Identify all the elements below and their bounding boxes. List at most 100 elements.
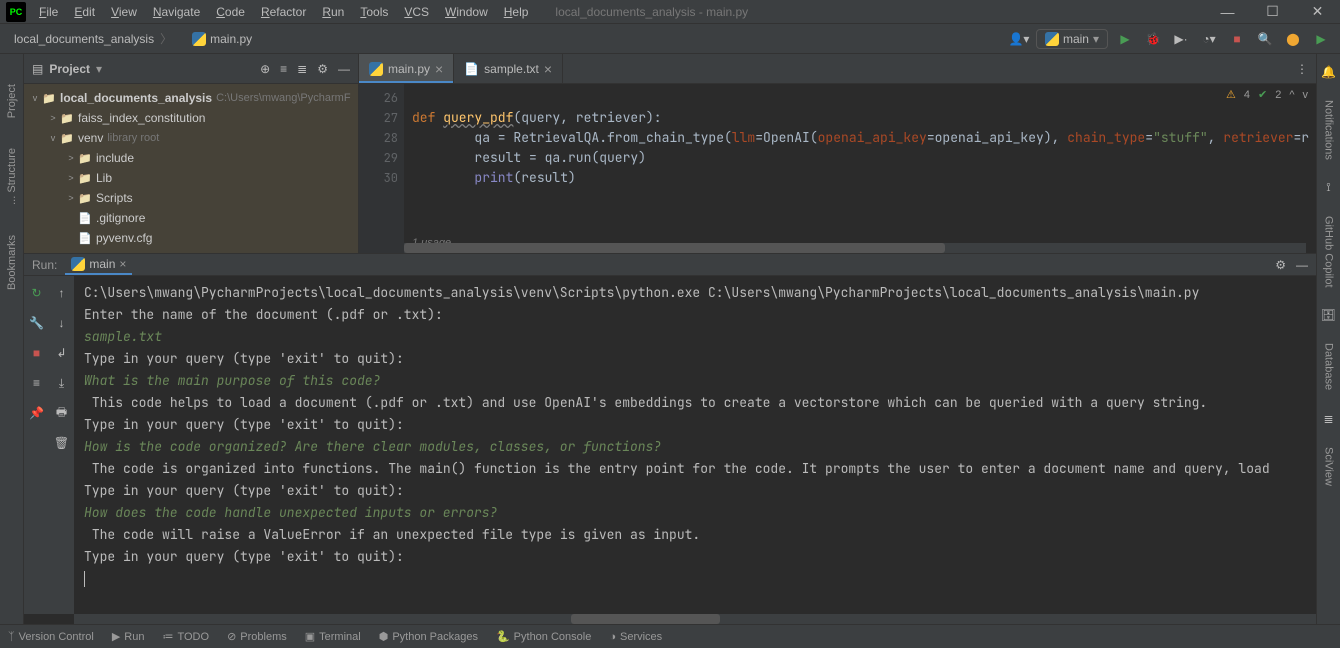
tool-copilot[interactable]: GitHub Copilot: [1323, 216, 1335, 288]
menu-refactor[interactable]: Refactor: [254, 2, 313, 22]
menu-window[interactable]: Window: [438, 2, 495, 22]
breadcrumb-file[interactable]: main.py: [186, 30, 258, 48]
breadcrumb-project[interactable]: local_documents_analysis〉: [8, 28, 180, 49]
tab-sample-txt[interactable]: 📄sample.txt×: [454, 54, 563, 83]
run-settings-icon[interactable]: ⚙: [1275, 258, 1286, 272]
navbar: local_documents_analysis〉 main.py 👤▾ mai…: [0, 24, 1340, 54]
debug-button[interactable]: 🐞: [1142, 28, 1164, 50]
tree-root[interactable]: v local_documents_analysis C:\Users\mwan…: [24, 88, 358, 108]
status-pyconsole[interactable]: 🐍 Python Console: [496, 630, 591, 643]
tool-sciview[interactable]: SciView: [1323, 447, 1335, 486]
menu-run[interactable]: Run: [315, 2, 351, 22]
python-file-icon: [192, 32, 206, 46]
tree-item-pyvenv-cfg[interactable]: pyvenv.cfg: [24, 228, 358, 248]
menu-code[interactable]: Code: [209, 2, 252, 22]
status-run[interactable]: ▶ Run: [112, 630, 145, 643]
tool-notifications[interactable]: Notifications: [1323, 100, 1335, 160]
wrench-icon[interactable]: 🔧: [26, 312, 48, 334]
close-icon[interactable]: ×: [435, 61, 443, 77]
tool-bookmarks[interactable]: Bookmarks: [6, 235, 18, 290]
tool-structure[interactable]: ... Structure: [6, 148, 18, 205]
collapse-all-icon[interactable]: ≣: [297, 62, 307, 76]
minimize-button[interactable]: —: [1205, 0, 1250, 24]
tree-item-scripts[interactable]: >Scripts: [24, 188, 358, 208]
status-vcs[interactable]: ᛉ Version Control: [8, 631, 94, 643]
target-icon[interactable]: ⊕: [260, 62, 270, 76]
run-hide-icon[interactable]: —: [1296, 258, 1308, 272]
warning-icon: ⚠: [1226, 88, 1236, 101]
python-file-icon: [369, 62, 383, 76]
python-icon: [71, 257, 85, 271]
menu-edit[interactable]: Edit: [67, 2, 102, 22]
tree-item-include[interactable]: >include: [24, 148, 358, 168]
down-icon[interactable]: ↓: [51, 312, 73, 334]
execute-icon[interactable]: ▶: [1310, 28, 1332, 50]
coverage-button[interactable]: ▶·: [1170, 28, 1192, 50]
run-tool-window: Run: main × ⚙ — ↻: [24, 254, 1316, 624]
window-title: local_documents_analysis - main.py: [555, 5, 748, 19]
tab-main-py[interactable]: main.py×: [359, 54, 454, 83]
menu-file[interactable]: File: [32, 2, 65, 22]
print-icon[interactable]: 🖶: [51, 402, 73, 424]
editor-scrollbar[interactable]: [404, 243, 1306, 253]
copilot-icon[interactable]: ⟟: [1321, 180, 1337, 196]
pin-icon[interactable]: 📌: [26, 402, 48, 424]
tree-item-faiss-index-constitution[interactable]: >faiss_index_constitution: [24, 108, 358, 128]
profile-button[interactable]: ◔▾: [1198, 28, 1220, 50]
rerun-icon[interactable]: ↻: [26, 282, 48, 304]
tree-item--gitignore[interactable]: .gitignore: [24, 208, 358, 228]
close-button[interactable]: ✕: [1295, 0, 1340, 24]
folder-icon: [42, 91, 56, 105]
inspection-widget[interactable]: ⚠4 ✔2 ^v: [1226, 88, 1308, 101]
run-tab-main[interactable]: main ×: [65, 255, 132, 275]
status-terminal[interactable]: ▣ Terminal: [305, 630, 361, 643]
menu-tools[interactable]: Tools: [353, 2, 395, 22]
run-scrollbar[interactable]: [74, 614, 1316, 624]
settings-icon[interactable]: ⚙: [317, 62, 328, 76]
stop-icon[interactable]: ■: [26, 342, 48, 364]
database-icon[interactable]: 🗄: [1321, 307, 1337, 323]
menu-view[interactable]: View: [104, 2, 144, 22]
bell-icon[interactable]: 🔔: [1321, 64, 1337, 80]
status-packages[interactable]: ⬢ Python Packages: [379, 630, 478, 643]
scroll-icon[interactable]: ⤓: [51, 372, 73, 394]
tabs-more[interactable]: ⋮: [1288, 54, 1316, 83]
run-config-selector[interactable]: main ▾: [1036, 29, 1108, 49]
menu-vcs[interactable]: VCS: [397, 2, 436, 22]
tree-item-venv[interactable]: vvenvlibrary root: [24, 128, 358, 148]
python-icon: [1045, 32, 1059, 46]
trash-icon[interactable]: 🗑: [51, 432, 73, 454]
layout-icon[interactable]: ≡: [26, 372, 48, 394]
menu-help[interactable]: Help: [497, 2, 536, 22]
editor: main.py×📄sample.txt×⋮ 2627282930 def que…: [359, 54, 1316, 253]
project-title[interactable]: Project: [49, 62, 90, 76]
close-icon[interactable]: ×: [544, 61, 552, 77]
tree-item-lib[interactable]: >Lib: [24, 168, 358, 188]
expand-all-icon[interactable]: ≡: [280, 62, 287, 76]
softwrap-icon[interactable]: ↲: [51, 342, 73, 364]
status-services[interactable]: ◑ Services: [609, 631, 662, 643]
stop-button[interactable]: ■: [1226, 28, 1248, 50]
maximize-button[interactable]: ☐: [1250, 0, 1295, 24]
status-todo[interactable]: ≔ TODO: [162, 630, 209, 643]
ok-icon: ✔: [1258, 88, 1267, 101]
run-title: Run:: [32, 258, 57, 272]
right-tool-stripe: 🔔 Notifications ⟟ GitHub Copilot 🗄 Datab…: [1316, 54, 1340, 624]
up-icon[interactable]: ↑: [51, 282, 73, 304]
run-button[interactable]: ▶: [1114, 28, 1136, 50]
code-content[interactable]: def query_pdf(query, retriever): qa = Re…: [404, 84, 1316, 253]
sciview-icon[interactable]: ≣: [1321, 411, 1337, 427]
tool-database[interactable]: Database: [1323, 343, 1335, 390]
statusbar: ᛉ Version Control ▶ Run ≔ TODO ⊘ Problem…: [0, 624, 1340, 648]
tool-project[interactable]: Project: [6, 84, 18, 118]
menu-navigate[interactable]: Navigate: [146, 2, 207, 22]
settings-bulb-icon[interactable]: ⬤: [1282, 28, 1304, 50]
titlebar: PC FileEditViewNavigateCodeRefactorRunTo…: [0, 0, 1340, 24]
left-tool-stripe: Project ... Structure Bookmarks: [0, 54, 24, 624]
search-everywhere-icon[interactable]: 🔍: [1254, 28, 1276, 50]
console-output[interactable]: C:\Users\mwang\PycharmProjects\local_doc…: [74, 276, 1316, 614]
run-toolbar: ↻ 🔧 ■ ≡ 📌 ↑ ↓ ↲ ⤓ 🖶: [24, 276, 74, 614]
user-icon[interactable]: 👤▾: [1008, 28, 1030, 50]
hide-icon[interactable]: —: [338, 62, 350, 76]
status-problems[interactable]: ⊘ Problems: [227, 630, 287, 643]
